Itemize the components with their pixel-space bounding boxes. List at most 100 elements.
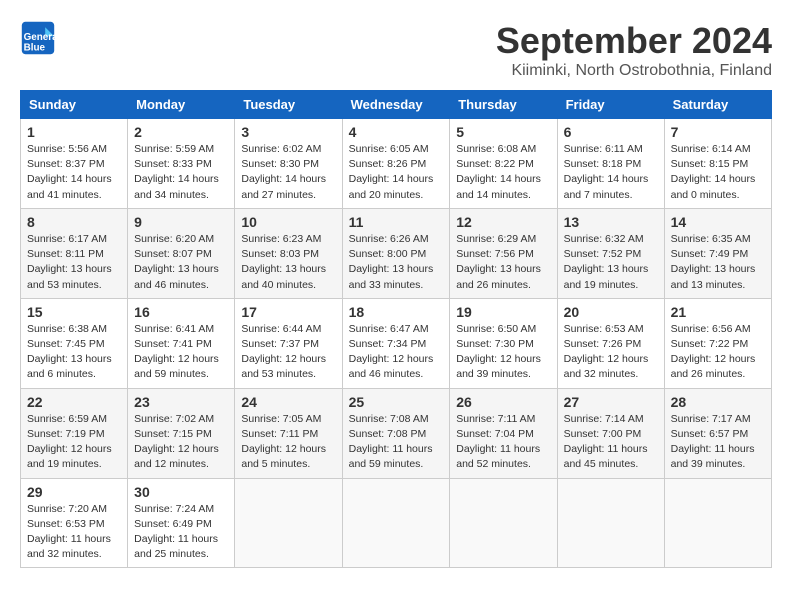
day-info: Sunrise: 7:11 AMSunset: 7:04 PMDaylight:… bbox=[456, 412, 550, 473]
calendar-cell: 28 Sunrise: 7:17 AMSunset: 6:57 PMDayligh… bbox=[664, 388, 771, 478]
day-number: 27 bbox=[564, 394, 658, 410]
calendar-cell: 2 Sunrise: 5:59 AMSunset: 8:33 PMDaylight… bbox=[128, 119, 235, 209]
day-number: 11 bbox=[349, 214, 444, 230]
calendar-cell bbox=[235, 478, 342, 568]
day-number: 8 bbox=[27, 214, 121, 230]
day-number: 7 bbox=[671, 124, 765, 140]
page-header: General Blue September 2024 Kiiminki, No… bbox=[20, 20, 772, 80]
calendar-cell bbox=[664, 478, 771, 568]
day-info: Sunrise: 5:56 AMSunset: 8:37 PMDaylight:… bbox=[27, 142, 121, 203]
week-row-3: 15 Sunrise: 6:38 AMSunset: 7:45 PMDayligh… bbox=[21, 298, 772, 388]
logo: General Blue bbox=[20, 20, 56, 56]
calendar-cell: 19 Sunrise: 6:50 AMSunset: 7:30 PMDayligh… bbox=[450, 298, 557, 388]
day-number: 1 bbox=[27, 124, 121, 140]
day-info: Sunrise: 7:24 AMSunset: 6:49 PMDaylight:… bbox=[134, 502, 228, 563]
week-row-5: 29Sunrise: 7:20 AMSunset: 6:53 PMDayligh… bbox=[21, 478, 772, 568]
logo-icon: General Blue bbox=[20, 20, 56, 56]
calendar-cell: 4Sunrise: 6:05 AMSunset: 8:26 PMDaylight… bbox=[342, 119, 450, 209]
weekday-header-wednesday: Wednesday bbox=[342, 91, 450, 119]
calendar-cell: 14Sunrise: 6:35 AMSunset: 7:49 PMDayligh… bbox=[664, 208, 771, 298]
day-number: 10 bbox=[241, 214, 335, 230]
calendar-cell: 5 Sunrise: 6:08 AMSunset: 8:22 PMDaylight… bbox=[450, 119, 557, 209]
day-info: Sunrise: 6:44 AMSunset: 7:37 PMDaylight:… bbox=[241, 322, 335, 383]
day-info: Sunrise: 7:05 AMSunset: 7:11 PMDaylight:… bbox=[241, 412, 335, 473]
day-number: 16 bbox=[134, 304, 228, 320]
calendar-cell: 8 Sunrise: 6:17 AMSunset: 8:11 PMDaylight… bbox=[21, 208, 128, 298]
calendar-cell bbox=[450, 478, 557, 568]
calendar-cell: 11 Sunrise: 6:26 AMSunset: 8:00 PMDayligh… bbox=[342, 208, 450, 298]
day-number: 12 bbox=[456, 214, 550, 230]
calendar-cell: 12 Sunrise: 6:29 AMSunset: 7:56 PMDayligh… bbox=[450, 208, 557, 298]
weekday-header-row: SundayMondayTuesdayWednesdayThursdayFrid… bbox=[21, 91, 772, 119]
day-info: Sunrise: 6:53 AMSunset: 7:26 PMDaylight:… bbox=[564, 322, 658, 383]
day-number: 17 bbox=[241, 304, 335, 320]
day-info: Sunrise: 7:17 AMSunset: 6:57 PMDaylight:… bbox=[671, 412, 765, 473]
svg-text:General: General bbox=[24, 32, 56, 43]
svg-text:Blue: Blue bbox=[24, 43, 46, 54]
calendar-cell: 17 Sunrise: 6:44 AMSunset: 7:37 PMDayligh… bbox=[235, 298, 342, 388]
day-info: Sunrise: 5:59 AMSunset: 8:33 PMDaylight:… bbox=[134, 142, 228, 203]
day-number: 14 bbox=[671, 214, 765, 230]
day-number: 5 bbox=[456, 124, 550, 140]
calendar-cell: 30 Sunrise: 7:24 AMSunset: 6:49 PMDayligh… bbox=[128, 478, 235, 568]
day-number: 25 bbox=[349, 394, 444, 410]
day-info: Sunrise: 6:56 AMSunset: 7:22 PMDaylight:… bbox=[671, 322, 765, 383]
day-info: Sunrise: 7:02 AMSunset: 7:15 PMDaylight:… bbox=[134, 412, 228, 473]
week-row-2: 8 Sunrise: 6:17 AMSunset: 8:11 PMDaylight… bbox=[21, 208, 772, 298]
day-info: Sunrise: 6:29 AMSunset: 7:56 PMDaylight:… bbox=[456, 232, 550, 293]
day-info: Sunrise: 6:38 AMSunset: 7:45 PMDaylight:… bbox=[27, 322, 121, 383]
day-info: Sunrise: 7:08 AMSunset: 7:08 PMDaylight:… bbox=[349, 412, 444, 473]
calendar-cell: 29Sunrise: 7:20 AMSunset: 6:53 PMDayligh… bbox=[21, 478, 128, 568]
weekday-header-monday: Monday bbox=[128, 91, 235, 119]
title-area: September 2024 Kiiminki, North Ostroboth… bbox=[496, 20, 772, 80]
calendar-table: SundayMondayTuesdayWednesdayThursdayFrid… bbox=[20, 90, 772, 568]
calendar-cell: 16 Sunrise: 6:41 AMSunset: 7:41 PMDayligh… bbox=[128, 298, 235, 388]
week-row-1: 1 Sunrise: 5:56 AMSunset: 8:37 PMDaylight… bbox=[21, 119, 772, 209]
day-number: 15 bbox=[27, 304, 121, 320]
calendar-cell bbox=[557, 478, 664, 568]
weekday-header-sunday: Sunday bbox=[21, 91, 128, 119]
calendar-cell: 13Sunrise: 6:32 AMSunset: 7:52 PMDayligh… bbox=[557, 208, 664, 298]
calendar-cell: 22 Sunrise: 6:59 AMSunset: 7:19 PMDayligh… bbox=[21, 388, 128, 478]
day-number: 6 bbox=[564, 124, 658, 140]
day-info: Sunrise: 6:26 AMSunset: 8:00 PMDaylight:… bbox=[349, 232, 444, 293]
weekday-header-tuesday: Tuesday bbox=[235, 91, 342, 119]
calendar-cell: 24Sunrise: 7:05 AMSunset: 7:11 PMDayligh… bbox=[235, 388, 342, 478]
weekday-header-friday: Friday bbox=[557, 91, 664, 119]
calendar-cell: 23 Sunrise: 7:02 AMSunset: 7:15 PMDayligh… bbox=[128, 388, 235, 478]
calendar-cell: 7Sunrise: 6:14 AMSunset: 8:15 PMDaylight… bbox=[664, 119, 771, 209]
calendar-cell: 6 Sunrise: 6:11 AMSunset: 8:18 PMDaylight… bbox=[557, 119, 664, 209]
calendar-cell: 15 Sunrise: 6:38 AMSunset: 7:45 PMDayligh… bbox=[21, 298, 128, 388]
day-info: Sunrise: 7:14 AMSunset: 7:00 PMDaylight:… bbox=[564, 412, 658, 473]
month-title: September 2024 bbox=[496, 20, 772, 62]
day-info: Sunrise: 6:17 AMSunset: 8:11 PMDaylight:… bbox=[27, 232, 121, 293]
day-info: Sunrise: 6:08 AMSunset: 8:22 PMDaylight:… bbox=[456, 142, 550, 203]
day-info: Sunrise: 6:11 AMSunset: 8:18 PMDaylight:… bbox=[564, 142, 658, 203]
day-info: Sunrise: 6:47 AMSunset: 7:34 PMDaylight:… bbox=[349, 322, 444, 383]
calendar-cell: 1 Sunrise: 5:56 AMSunset: 8:37 PMDaylight… bbox=[21, 119, 128, 209]
day-number: 19 bbox=[456, 304, 550, 320]
calendar-cell: 9Sunrise: 6:20 AMSunset: 8:07 PMDaylight… bbox=[128, 208, 235, 298]
day-info: Sunrise: 6:41 AMSunset: 7:41 PMDaylight:… bbox=[134, 322, 228, 383]
day-number: 22 bbox=[27, 394, 121, 410]
day-number: 20 bbox=[564, 304, 658, 320]
day-number: 28 bbox=[671, 394, 765, 410]
calendar-cell: 18 Sunrise: 6:47 AMSunset: 7:34 PMDayligh… bbox=[342, 298, 450, 388]
weekday-header-thursday: Thursday bbox=[450, 91, 557, 119]
day-number: 3 bbox=[241, 124, 335, 140]
calendar-cell: 3Sunrise: 6:02 AMSunset: 8:30 PMDaylight… bbox=[235, 119, 342, 209]
location-title: Kiiminki, North Ostrobothnia, Finland bbox=[496, 62, 772, 80]
day-info: Sunrise: 6:50 AMSunset: 7:30 PMDaylight:… bbox=[456, 322, 550, 383]
calendar-cell: 21 Sunrise: 6:56 AMSunset: 7:22 PMDayligh… bbox=[664, 298, 771, 388]
day-number: 23 bbox=[134, 394, 228, 410]
day-number: 18 bbox=[349, 304, 444, 320]
day-number: 2 bbox=[134, 124, 228, 140]
calendar-cell bbox=[342, 478, 450, 568]
calendar-cell: 25 Sunrise: 7:08 AMSunset: 7:08 PMDayligh… bbox=[342, 388, 450, 478]
day-info: Sunrise: 6:20 AMSunset: 8:07 PMDaylight:… bbox=[134, 232, 228, 293]
day-number: 21 bbox=[671, 304, 765, 320]
day-info: Sunrise: 6:59 AMSunset: 7:19 PMDaylight:… bbox=[27, 412, 121, 473]
week-row-4: 22 Sunrise: 6:59 AMSunset: 7:19 PMDayligh… bbox=[21, 388, 772, 478]
day-info: Sunrise: 6:05 AMSunset: 8:26 PMDaylight:… bbox=[349, 142, 444, 203]
day-number: 30 bbox=[134, 484, 228, 500]
